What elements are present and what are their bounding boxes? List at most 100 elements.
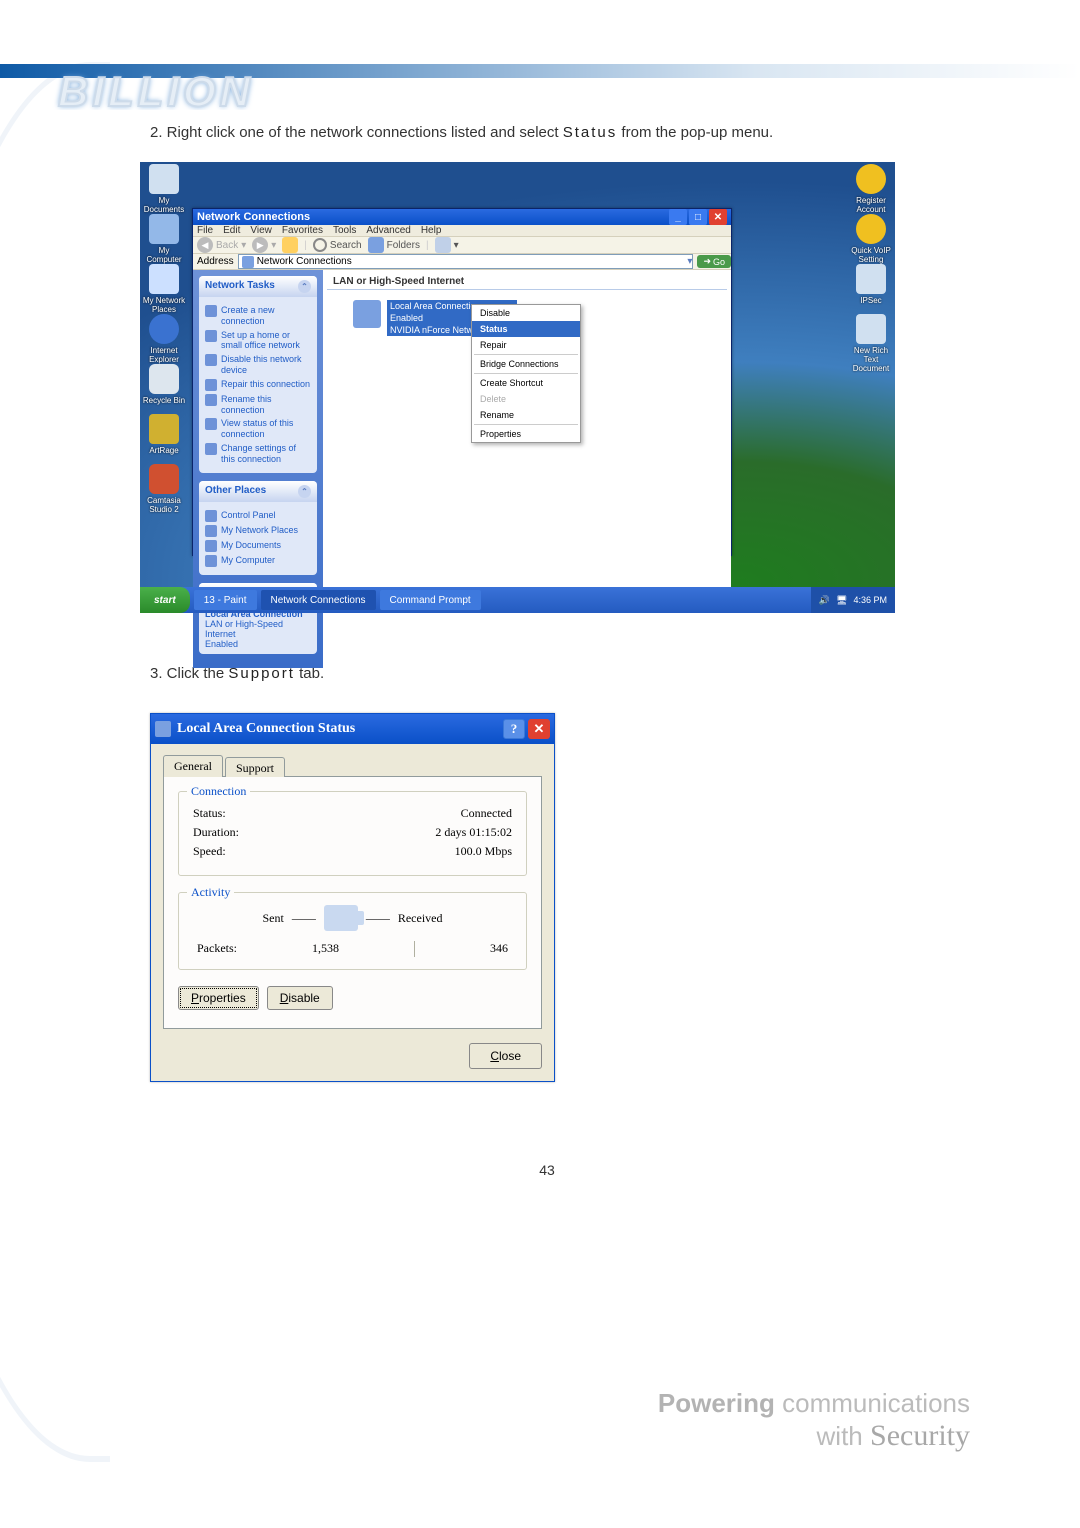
tab-panel: Connection Status:Connected Duration:2 d… (163, 776, 542, 1029)
group-connection: Connection Status:Connected Duration:2 d… (178, 791, 527, 876)
minimize-button[interactable]: _ (669, 209, 687, 225)
value-packets-recv: 346 (490, 941, 508, 957)
disable-icon (205, 354, 217, 366)
collapse-icon[interactable]: ⌃ (298, 280, 311, 293)
help-button[interactable]: ? (503, 719, 525, 739)
up-button[interactable] (282, 237, 298, 253)
window-title: Network Connections (197, 211, 667, 223)
properties-button[interactable]: Properties (178, 986, 259, 1010)
address-field[interactable]: Network Connections▾ (238, 254, 694, 269)
desktop-icon-ipsec[interactable]: IPSec (849, 264, 893, 305)
menu-help[interactable]: Help (421, 225, 442, 236)
ctx-delete[interactable]: Delete (472, 391, 580, 407)
up-icon (282, 237, 298, 253)
rtf-icon (856, 314, 886, 344)
desktop-icon-recycle-bin[interactable]: Recycle Bin (142, 364, 186, 405)
go-button[interactable]: ➜ Go (697, 255, 731, 268)
collapse-icon[interactable]: ⌃ (298, 485, 311, 498)
desktop-icon-camtasia[interactable]: Camtasia Studio 2 (142, 464, 186, 514)
desktop-icon-network-places[interactable]: My Network Places (142, 264, 186, 314)
group-legend: Activity (187, 885, 234, 900)
desktop-icon-rtf[interactable]: New Rich Text Document (849, 314, 893, 373)
menu-favorites[interactable]: Favorites (282, 225, 323, 236)
desktop-icon-register[interactable]: Register Account (849, 164, 893, 214)
close-button[interactable]: ✕ (709, 209, 727, 225)
tab-general[interactable]: General (163, 755, 223, 777)
ie-icon (149, 314, 179, 344)
search-icon (313, 238, 327, 252)
ctx-rename[interactable]: Rename (472, 407, 580, 423)
place-my-documents[interactable]: My Documents (205, 540, 311, 552)
menu-tools[interactable]: Tools (333, 225, 356, 236)
menu-bar[interactable]: File Edit View Favorites Tools Advanced … (193, 225, 731, 237)
back-button[interactable]: ◀Back ▾ (197, 237, 246, 253)
tab-support[interactable]: Support (225, 757, 285, 777)
task-paint[interactable]: 13 - Paint (194, 590, 257, 610)
close-dialog-button[interactable]: Close (469, 1043, 542, 1069)
voip-icon (856, 214, 886, 244)
task-rename[interactable]: Rename this connection (205, 394, 311, 416)
activity-icon (324, 905, 358, 931)
task-create-connection[interactable]: Create a new connection (205, 305, 311, 327)
search-button[interactable]: Search (313, 238, 362, 252)
desktop-icon-artrage[interactable]: ArtRage (142, 414, 186, 455)
menu-view[interactable]: View (250, 225, 272, 236)
label-duration: Duration: (193, 825, 239, 840)
setup-icon (205, 330, 217, 342)
folders-icon (368, 237, 384, 253)
footer-tagline: Powering communications with Security (658, 1388, 970, 1453)
views-icon (435, 237, 451, 253)
ctx-shortcut[interactable]: Create Shortcut (472, 375, 580, 391)
disable-button[interactable]: Disable (267, 986, 333, 1010)
computer-icon (149, 214, 179, 244)
details-type: LAN or High-Speed Internet (205, 619, 311, 639)
repair-icon (205, 379, 217, 391)
menu-advanced[interactable]: Advanced (366, 225, 410, 236)
task-disable-device[interactable]: Disable this network device (205, 354, 311, 376)
ctx-disable[interactable]: Disable (472, 305, 580, 321)
dialog-title: Local Area Connection Status (177, 721, 500, 737)
folders-button[interactable]: Folders (368, 237, 420, 253)
menu-file[interactable]: File (197, 225, 213, 236)
views-button[interactable]: ▾ (435, 237, 459, 253)
ctx-status[interactable]: Status (472, 321, 580, 337)
task-network-connections[interactable]: Network Connections (261, 590, 376, 610)
group-header: LAN or High-Speed Internet (327, 274, 727, 290)
value-duration: 2 days 01:15:02 (435, 825, 512, 840)
page-number: 43 (150, 1162, 944, 1178)
desktop-icon-my-documents[interactable]: My Documents (142, 164, 186, 214)
task-command-prompt[interactable]: Command Prompt (380, 590, 481, 610)
status-dialog: Local Area Connection Status ? ✕ General… (150, 713, 555, 1082)
value-speed: 100.0 Mbps (455, 844, 512, 859)
desktop-icon-ie[interactable]: Internet Explorer (142, 314, 186, 364)
window-titlebar[interactable]: Network Connections _ □ ✕ (193, 209, 731, 225)
panel-title: Network Tasks (205, 280, 275, 293)
task-repair[interactable]: Repair this connection (205, 379, 311, 391)
tray-icon[interactable]: 🖥 (836, 595, 847, 606)
menu-edit[interactable]: Edit (223, 225, 240, 236)
toolbar: ◀Back ▾ ▶ ▾ | Search Folders | ▾ (193, 237, 731, 254)
task-view-status[interactable]: View status of this connection (205, 418, 311, 440)
label-status: Status: (193, 806, 226, 821)
xp-desktop-screenshot: My Documents My Computer My Network Plac… (140, 162, 895, 613)
dialog-titlebar[interactable]: Local Area Connection Status ? ✕ (151, 714, 554, 744)
forward-button[interactable]: ▶ ▾ (252, 237, 276, 253)
ctx-bridge[interactable]: Bridge Connections (472, 356, 580, 372)
desktop-icon-my-computer[interactable]: My Computer (142, 214, 186, 264)
task-change-settings[interactable]: Change settings of this connection (205, 443, 311, 465)
ctx-repair[interactable]: Repair (472, 337, 580, 353)
maximize-button[interactable]: □ (689, 209, 707, 225)
tray[interactable]: 🔊 🖥 4:36 PM (811, 587, 895, 613)
desktop-icon-quick-voip[interactable]: Quick VoIP Setting (849, 214, 893, 264)
tabs: General Support (163, 755, 542, 777)
close-button[interactable]: ✕ (528, 719, 550, 739)
place-network-places[interactable]: My Network Places (205, 525, 311, 537)
place-my-computer[interactable]: My Computer (205, 555, 311, 567)
instruction-step-2: 2. Right click one of the network connec… (150, 118, 944, 148)
camtasia-icon (149, 464, 179, 494)
ctx-properties[interactable]: Properties (472, 426, 580, 442)
start-button[interactable]: start (140, 587, 190, 613)
place-control-panel[interactable]: Control Panel (205, 510, 311, 522)
task-setup-network[interactable]: Set up a home or small office network (205, 330, 311, 352)
tray-icon[interactable]: 🔊 (819, 595, 830, 606)
